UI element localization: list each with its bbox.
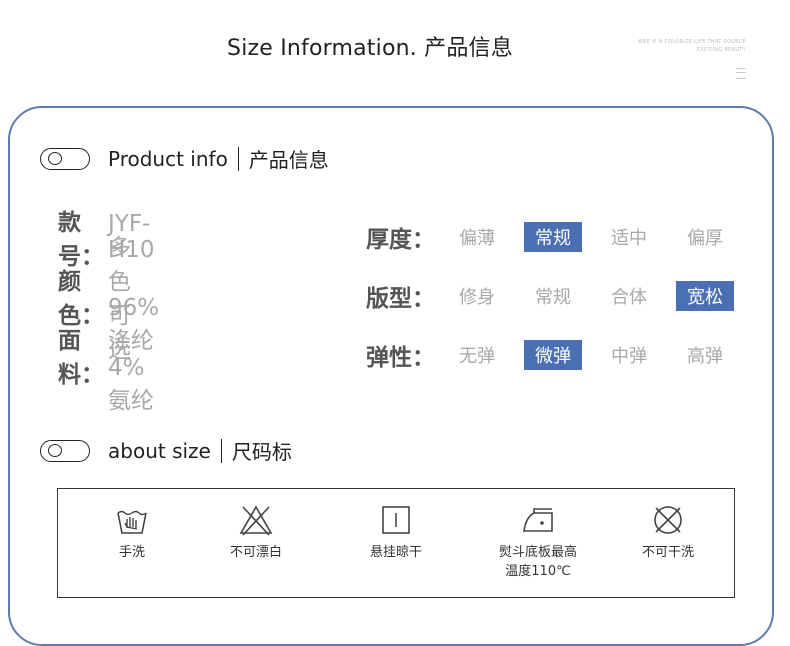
option-choice: 合体 (611, 287, 647, 308)
option-choice: 中弹 (611, 346, 647, 367)
product-info-heading: Product info 产品信息 (40, 144, 329, 173)
care-label-box: 手洗 不可漂白 悬挂晾干 熨斗底板最高 温度110℃ 不可干洗 (57, 488, 735, 598)
option-choice: 无弹 (459, 346, 495, 367)
info-row-style-number: 款号： JYF-H10 (58, 210, 155, 270)
no-bleach-icon (239, 505, 273, 536)
care-item-hang-dry: 悬挂晾干 (336, 503, 456, 562)
care-item-hand-wash: 手洗 (72, 503, 192, 562)
option-choice: 高弹 (687, 346, 723, 367)
option-row-elasticity: 弹性： 无弹 微弹 中弹 高弹 (366, 338, 752, 372)
care-label: 悬挂晾干 (369, 545, 422, 560)
care-item-iron: 熨斗底板最高 温度110℃ (478, 503, 598, 581)
option-row-thickness: 厚度： 偏薄 常规 适中 偏厚 (366, 220, 752, 254)
info-row-fabric: 面料： 96%涤纶4%氨纶 (58, 295, 159, 414)
info-value: 96%涤纶4%氨纶 (108, 295, 160, 414)
care-label: 手洗 (118, 545, 145, 560)
option-row-fit: 版型： 修身 常规 合体 宽松 (366, 279, 752, 313)
option-choice-selected: 宽松 (676, 281, 734, 311)
option-key: 版型： (366, 286, 435, 312)
list-icon (736, 68, 746, 79)
option-choice: 适中 (611, 228, 647, 249)
product-info-title-cn: 产品信息 (248, 148, 329, 172)
option-key: 厚度： (366, 227, 435, 253)
header-note-line2: EXCITING BEAUTY (696, 47, 746, 53)
care-label-temperature: 温度110℃ (505, 564, 571, 579)
care-label: 不可干洗 (641, 545, 694, 560)
hang-dry-icon (382, 506, 410, 534)
option-choice: 常规 (535, 287, 571, 308)
divider (220, 438, 222, 463)
care-item-no-bleach: 不可漂白 (196, 503, 316, 562)
option-choice-selected: 常规 (524, 222, 582, 252)
care-label: 熨斗底板最高 (498, 545, 577, 560)
header-note-line1: WEE IF A COLORIZE LIFE THAT SOURCE (637, 39, 746, 45)
toggle-icon (40, 439, 90, 462)
info-key: 颜色： (58, 269, 104, 329)
header-note: WEE IF A COLORIZE LIFE THAT SOURCE EXCIT… (576, 38, 746, 54)
option-choice: 偏薄 (459, 228, 495, 249)
care-label: 不可漂白 (229, 545, 282, 560)
size-heading: about size 尺码标 (40, 436, 292, 465)
care-item-no-dry-clean: 不可干洗 (608, 503, 728, 562)
size-title-cn: 尺码标 (231, 440, 292, 464)
iron-icon (523, 508, 553, 532)
option-choice-selected: 微弹 (524, 340, 582, 370)
no-dry-clean-icon (654, 506, 682, 534)
option-key: 弹性： (366, 345, 435, 371)
hand-wash-icon (117, 510, 147, 534)
option-choice: 偏厚 (687, 228, 723, 249)
divider (237, 146, 239, 171)
size-title: about size (108, 438, 211, 463)
product-info-title: Product info (108, 146, 228, 171)
option-choice: 修身 (459, 287, 495, 308)
info-key: 款号： (58, 210, 104, 270)
info-key: 面料： (58, 328, 104, 388)
toggle-icon (40, 147, 90, 170)
